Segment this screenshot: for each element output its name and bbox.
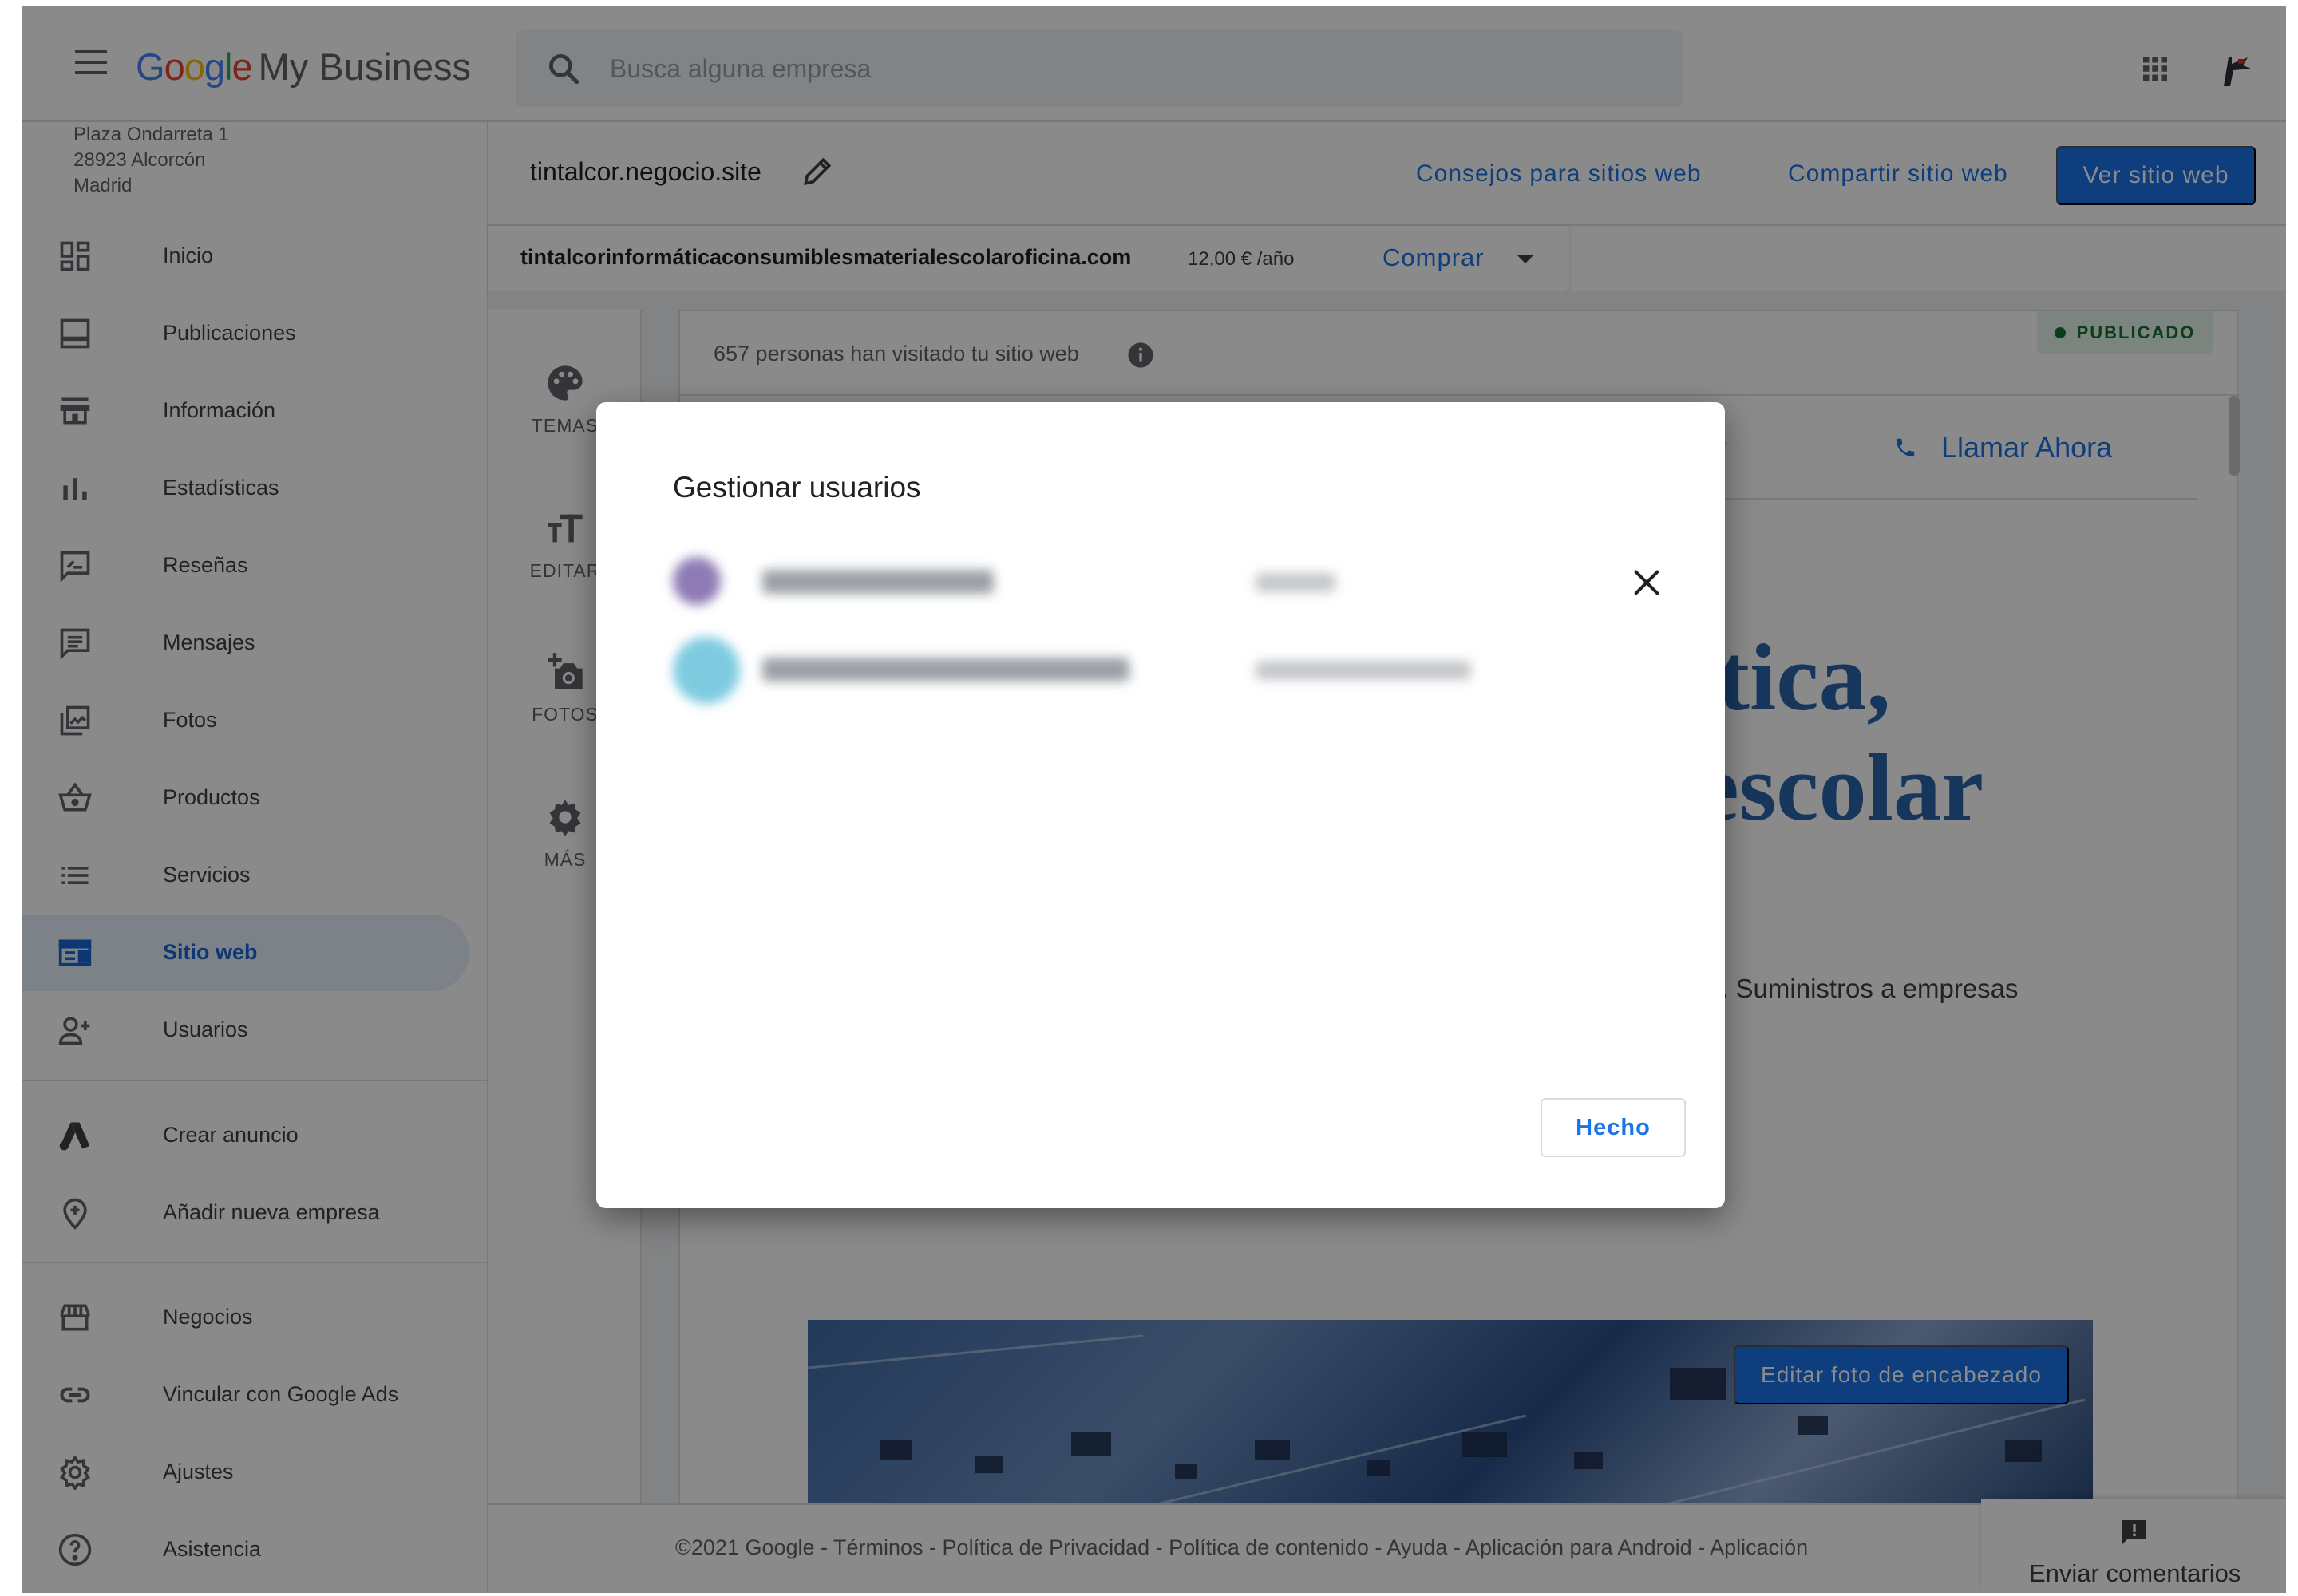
redacted-user-role [1256, 573, 1335, 592]
redacted-user-name [762, 570, 994, 594]
dialog-title: Gestionar usuarios [673, 471, 921, 504]
done-button[interactable]: Hecho [1541, 1098, 1686, 1157]
avatar [673, 637, 740, 704]
redacted-user-role [1256, 661, 1471, 680]
close-icon[interactable] [1631, 567, 1663, 598]
redacted-user-name [762, 658, 1129, 681]
avatar [673, 557, 721, 605]
user-row-redacted [673, 546, 1551, 618]
user-row-redacted [673, 634, 1551, 705]
manage-users-dialog: Gestionar usuarios Hecho [596, 402, 1725, 1208]
